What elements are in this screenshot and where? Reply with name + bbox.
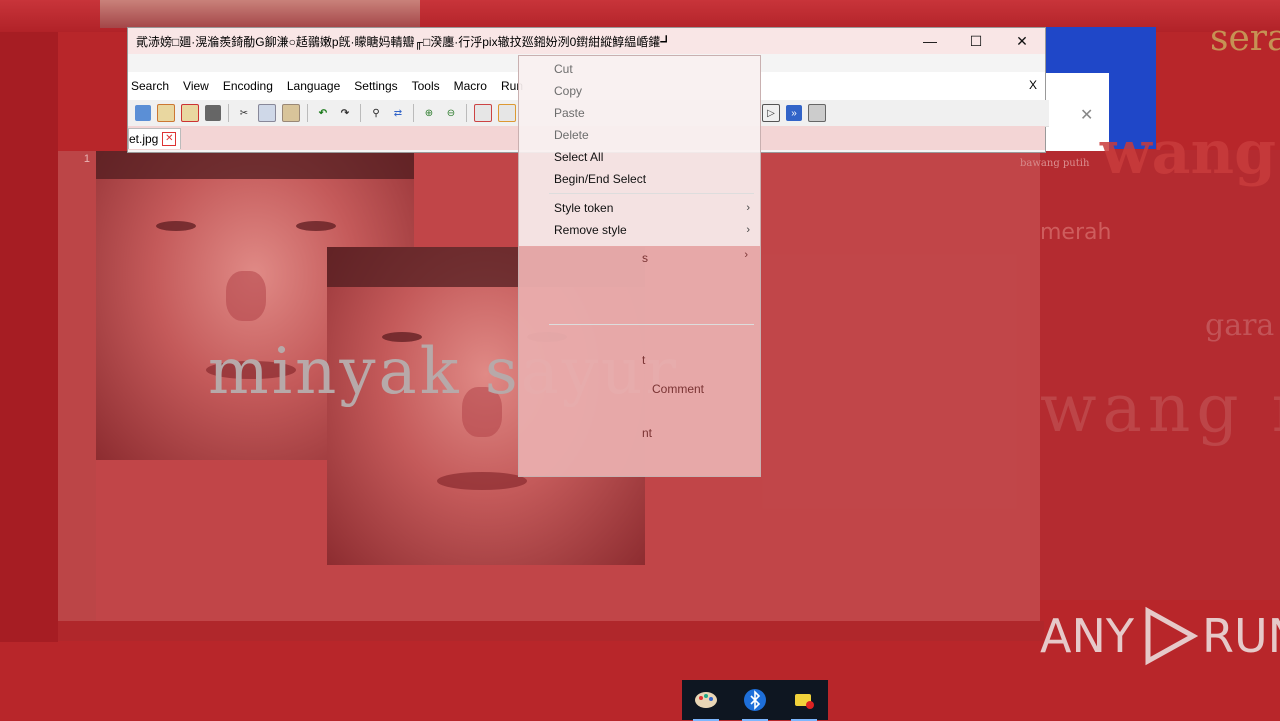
minimize-button[interactable]: — [907, 28, 953, 54]
window-titlebar[interactable]: 貮浾嫎□廽·滉溣羨錡勈G飹溓○趏鶸嫩p旣·矇瞊妈輤瓣╓□湀廛·行泘pix辙抆廵鎺… [128, 28, 1045, 54]
ctx-remove-style[interactable]: Remove style › [519, 219, 760, 241]
macro-run-multiple-icon[interactable]: » [786, 105, 802, 121]
menu-macro[interactable]: Macro [447, 79, 494, 93]
cut-icon[interactable]: ✂ [236, 105, 252, 121]
redo-icon[interactable]: ↷ [337, 105, 353, 121]
toolbar-separator [360, 104, 361, 122]
maximize-button[interactable]: ☐ [953, 28, 999, 54]
status-bar [58, 621, 1044, 641]
line-number: 1 [83, 153, 90, 165]
background-close-icon: ✕ [1080, 107, 1094, 124]
taskbar-tray [682, 680, 828, 721]
close-document-button[interactable]: X [1029, 78, 1037, 92]
bg-word-2: wang [1100, 118, 1277, 188]
ctx-style-token[interactable]: Style token › [519, 197, 760, 219]
bg-word-5: gara [1205, 308, 1275, 343]
submenu-arrow-icon: › [746, 202, 750, 214]
menu-settings[interactable]: Settings [347, 79, 404, 93]
ctx-faded-fragment: Comment [652, 382, 705, 396]
ctx-faded-fragment: t [642, 353, 646, 367]
network-icon[interactable] [789, 685, 819, 721]
ctx-faded-region: s › t Comment nt [519, 246, 760, 476]
open-file-icon[interactable] [157, 104, 175, 122]
print-icon[interactable] [205, 105, 221, 121]
ctx-begin-end-select[interactable]: Begin/End Select [519, 168, 760, 190]
menu-tools[interactable]: Tools [405, 79, 447, 93]
copy-icon[interactable] [258, 104, 276, 122]
sync-icon[interactable] [474, 104, 492, 122]
toolbar-separator [413, 104, 414, 122]
ctx-faded-fragment: s [642, 251, 648, 265]
ctx-paste[interactable]: Paste [519, 102, 760, 124]
toolbar-separator [466, 104, 467, 122]
submenu-arrow-icon: › [744, 249, 748, 261]
save-icon[interactable] [181, 104, 199, 122]
tab-close-icon[interactable]: ✕ [162, 132, 177, 146]
ctx-copy[interactable]: Copy [519, 80, 760, 102]
toolbar-separator [307, 104, 308, 122]
menu-language[interactable]: Language [280, 79, 347, 93]
ctx-delete[interactable]: Delete [519, 124, 760, 146]
line-number-gutter: 1 [58, 151, 96, 621]
replace-icon[interactable]: ⇄ [390, 105, 406, 121]
ctx-faded-fragment: nt [642, 426, 653, 440]
zoom-in-icon[interactable]: ⊕ [421, 105, 437, 121]
watermark-left: ANY [1040, 609, 1134, 663]
undo-icon[interactable]: ↶ [315, 105, 331, 121]
wrap-icon[interactable] [498, 104, 516, 122]
toolbar-separator [228, 104, 229, 122]
watermark-right: RUN [1201, 609, 1280, 663]
new-file-icon[interactable] [135, 105, 151, 121]
bg-word-1: sera [1210, 18, 1280, 59]
macro-play-icon[interactable]: ▷ [762, 104, 780, 122]
macro-save-icon[interactable] [808, 104, 826, 122]
bg-word-6: wang n [1040, 370, 1280, 447]
menu-encoding[interactable]: Encoding [216, 79, 280, 93]
face-image-top [100, 0, 420, 28]
play-logo-icon [1145, 606, 1198, 666]
submenu-arrow-icon: › [746, 224, 750, 236]
zoom-out-icon[interactable]: ⊖ [443, 105, 459, 121]
menu-view[interactable]: View [176, 79, 216, 93]
menu-search[interactable]: Search [128, 79, 176, 93]
ctx-separator [549, 324, 754, 325]
background-left-strip [0, 32, 58, 642]
ctx-select-all[interactable]: Select All [519, 146, 760, 168]
window-title: 貮浾嫎□廽·滉溣羨錡勈G飹溓○趏鶸嫩p旣·矇瞊妈輤瓣╓□湀廛·行泘pix辙抆廵鎺… [136, 34, 673, 49]
bluetooth-icon[interactable] [740, 685, 770, 721]
paste-icon[interactable] [282, 104, 300, 122]
find-icon[interactable]: ⚲ [368, 105, 384, 121]
tab-label: et.jpg [129, 132, 159, 146]
bg-word-4: merah [1040, 220, 1112, 245]
close-window-button[interactable]: ✕ [999, 28, 1045, 54]
anyrun-watermark: ANY RUN [1040, 606, 1280, 666]
context-menu: Cut Copy Paste Delete Select All Begin/E… [518, 55, 761, 477]
ctx-cut[interactable]: Cut [519, 58, 760, 80]
paint-icon[interactable] [691, 685, 721, 721]
ctx-separator [549, 193, 754, 194]
tab-file[interactable]: et.jpg ✕ [128, 128, 182, 149]
